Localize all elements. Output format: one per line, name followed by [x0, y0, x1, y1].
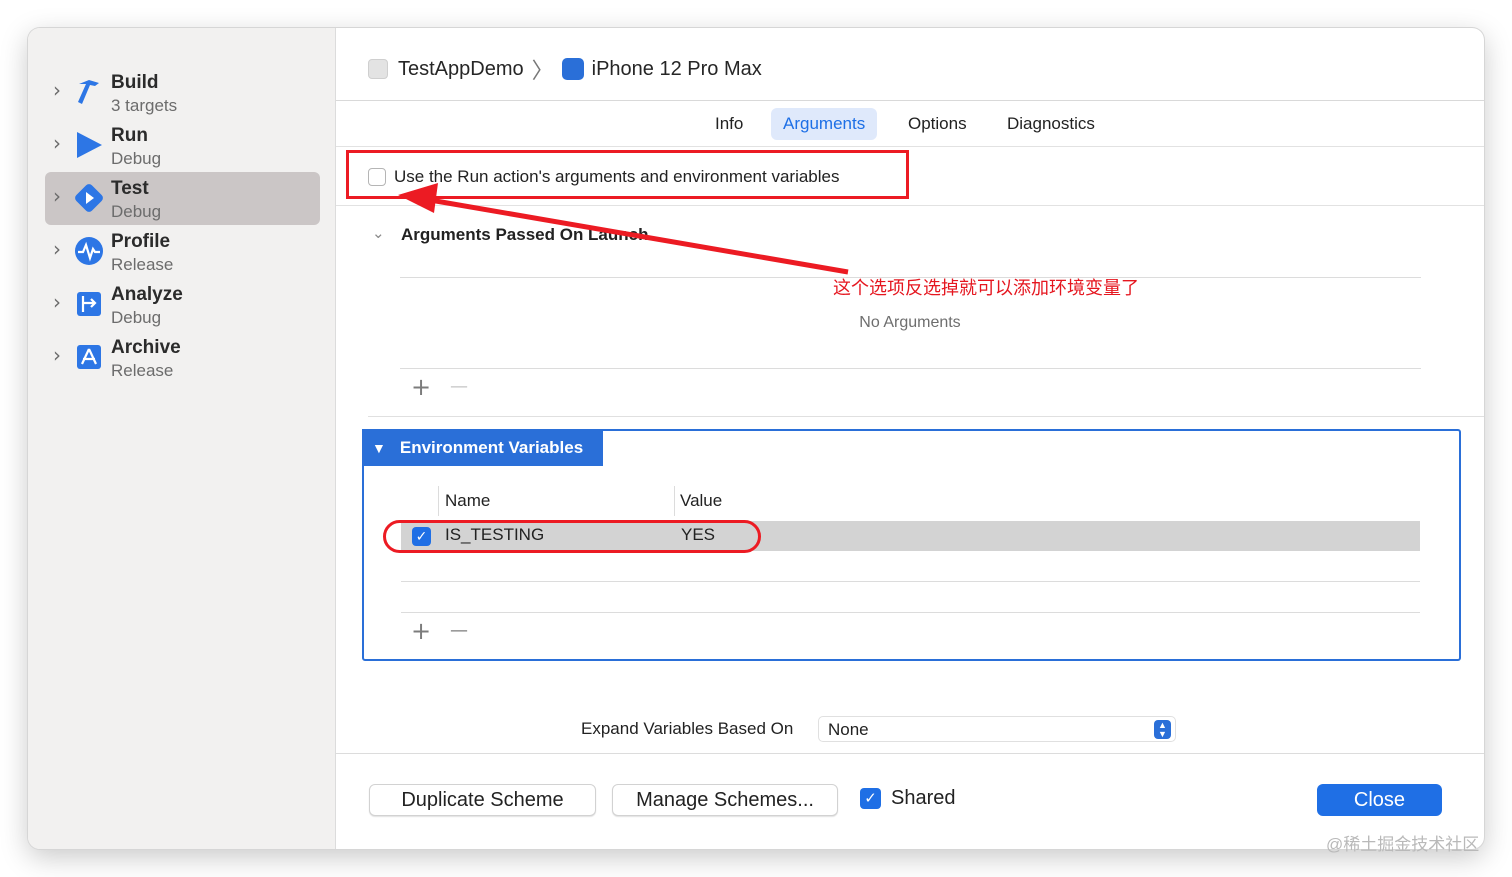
arguments-section-title: Arguments Passed On Launch — [401, 225, 649, 244]
sidebar-item-analyze[interactable]: › Analyze Debug — [45, 278, 320, 331]
tabs-divider — [336, 146, 1484, 147]
watermark-text: @稀土掘金技术社区 — [1326, 835, 1480, 854]
highlight-ellipse — [383, 520, 761, 553]
breadcrumb-project[interactable]: TestAppDemo — [398, 58, 524, 81]
section-divider — [368, 416, 1484, 417]
env-table-line — [401, 581, 1420, 582]
scheme-breadcrumb: TestAppDemo 〉 iPhone 12 Pro Max — [368, 54, 762, 84]
sidebar-item-run[interactable]: › Run Debug — [45, 119, 320, 172]
add-argument-button[interactable]: + — [411, 375, 431, 399]
no-arguments-placeholder: No Arguments — [859, 314, 961, 331]
breadcrumb-device[interactable]: iPhone 12 Pro Max — [592, 58, 762, 81]
disclosure-chevron-icon[interactable]: › — [53, 292, 67, 312]
footer-divider — [336, 753, 1484, 754]
play-icon — [77, 132, 102, 158]
scheme-tab-bar: Info Arguments Options Diagnostics — [336, 108, 1484, 140]
sidebar-item-label: Profile — [111, 231, 171, 252]
expand-variables-label: Expand Variables Based On — [581, 719, 794, 738]
add-env-variable-button[interactable]: + — [411, 619, 431, 643]
disclosure-chevron-icon[interactable]: › — [53, 133, 67, 153]
sidebar-item-test[interactable]: › Test Debug — [45, 172, 320, 225]
sidebar-item-label: Build — [111, 72, 159, 93]
expand-variables-select[interactable]: None ▲ ▼ — [818, 716, 1176, 742]
arguments-table-bottom-line — [400, 368, 1421, 369]
environment-variables-title: Environment Variables — [399, 437, 584, 457]
sidebar-item-sublabel: Debug — [111, 149, 162, 168]
expand-variables-value: None — [828, 720, 869, 739]
disclosure-chevron-icon[interactable]: › — [53, 345, 67, 365]
archive-appstore-icon — [77, 345, 101, 369]
sidebar-item-label: Analyze — [111, 284, 183, 305]
test-diamond-icon — [75, 184, 103, 212]
disclosure-chevron-icon[interactable]: › — [53, 186, 67, 206]
sidebar-item-archive[interactable]: › Archive Release — [45, 331, 320, 384]
hammer-icon — [78, 80, 99, 104]
column-separator — [674, 486, 675, 516]
tab-info[interactable]: Info — [703, 108, 755, 140]
breadcrumb-separator: 〉 — [531, 58, 554, 83]
chevron-down-icon[interactable]: ⌄ — [372, 224, 385, 242]
column-header-name[interactable]: Name — [445, 491, 490, 511]
manage-schemes-button[interactable]: Manage Schemes... — [612, 784, 838, 816]
app-project-icon — [368, 59, 388, 79]
header-divider — [336, 100, 1484, 101]
sidebar-item-profile[interactable]: › Profile Release — [45, 225, 320, 278]
sidebar-item-sublabel: Release — [111, 255, 174, 274]
environment-variables-header[interactable]: ▼ Environment Variables — [362, 429, 603, 466]
column-header-value[interactable]: Value — [680, 491, 722, 511]
disclosure-chevron-icon[interactable]: › — [53, 80, 67, 100]
remove-env-variable-button[interactable]: — — [450, 619, 468, 643]
chevron-down-icon: ▼ — [372, 439, 386, 456]
remove-argument-button[interactable]: — — [450, 375, 468, 399]
sidebar-item-label: Run — [111, 125, 148, 146]
option-divider — [336, 205, 1484, 206]
close-button[interactable]: Close — [1317, 784, 1442, 816]
sidebar-item-sublabel: Debug — [111, 202, 162, 221]
highlight-rectangle — [346, 150, 909, 199]
scheme-actions-sidebar: › Build 3 targets › Run Debug › Test Deb… — [28, 28, 336, 849]
device-simulator-icon — [561, 58, 584, 80]
tab-diagnostics[interactable]: Diagnostics — [995, 108, 1107, 140]
tab-options[interactable]: Options — [896, 108, 979, 140]
env-table-bottom-line — [401, 612, 1420, 613]
sidebar-item-build[interactable]: › Build 3 targets — [45, 66, 320, 119]
sidebar-item-sublabel: 3 targets — [111, 96, 178, 115]
profile-waveform-icon — [75, 237, 103, 265]
shared-label: Shared — [891, 787, 956, 809]
scheme-editor-window: › Build 3 targets › Run Debug › Test Deb… — [28, 28, 1484, 849]
column-separator — [438, 486, 439, 516]
sidebar-item-label: Archive — [111, 337, 181, 358]
duplicate-scheme-button[interactable]: Duplicate Scheme — [369, 784, 596, 816]
sidebar-item-sublabel: Release — [111, 361, 174, 380]
analyze-icon — [77, 292, 101, 316]
chevron-up-down-icon: ▲ ▼ — [1154, 720, 1171, 739]
sidebar-item-label: Test — [111, 178, 149, 199]
annotation-text: 这个选项反选掉就可以添加环境变量了 — [833, 278, 1139, 298]
sidebar-item-sublabel: Debug — [111, 308, 162, 327]
disclosure-chevron-icon[interactable]: › — [53, 239, 67, 259]
tab-arguments[interactable]: Arguments — [771, 108, 878, 140]
shared-option[interactable]: ✓ Shared — [860, 787, 956, 810]
shared-checkbox[interactable]: ✓ — [860, 788, 881, 809]
